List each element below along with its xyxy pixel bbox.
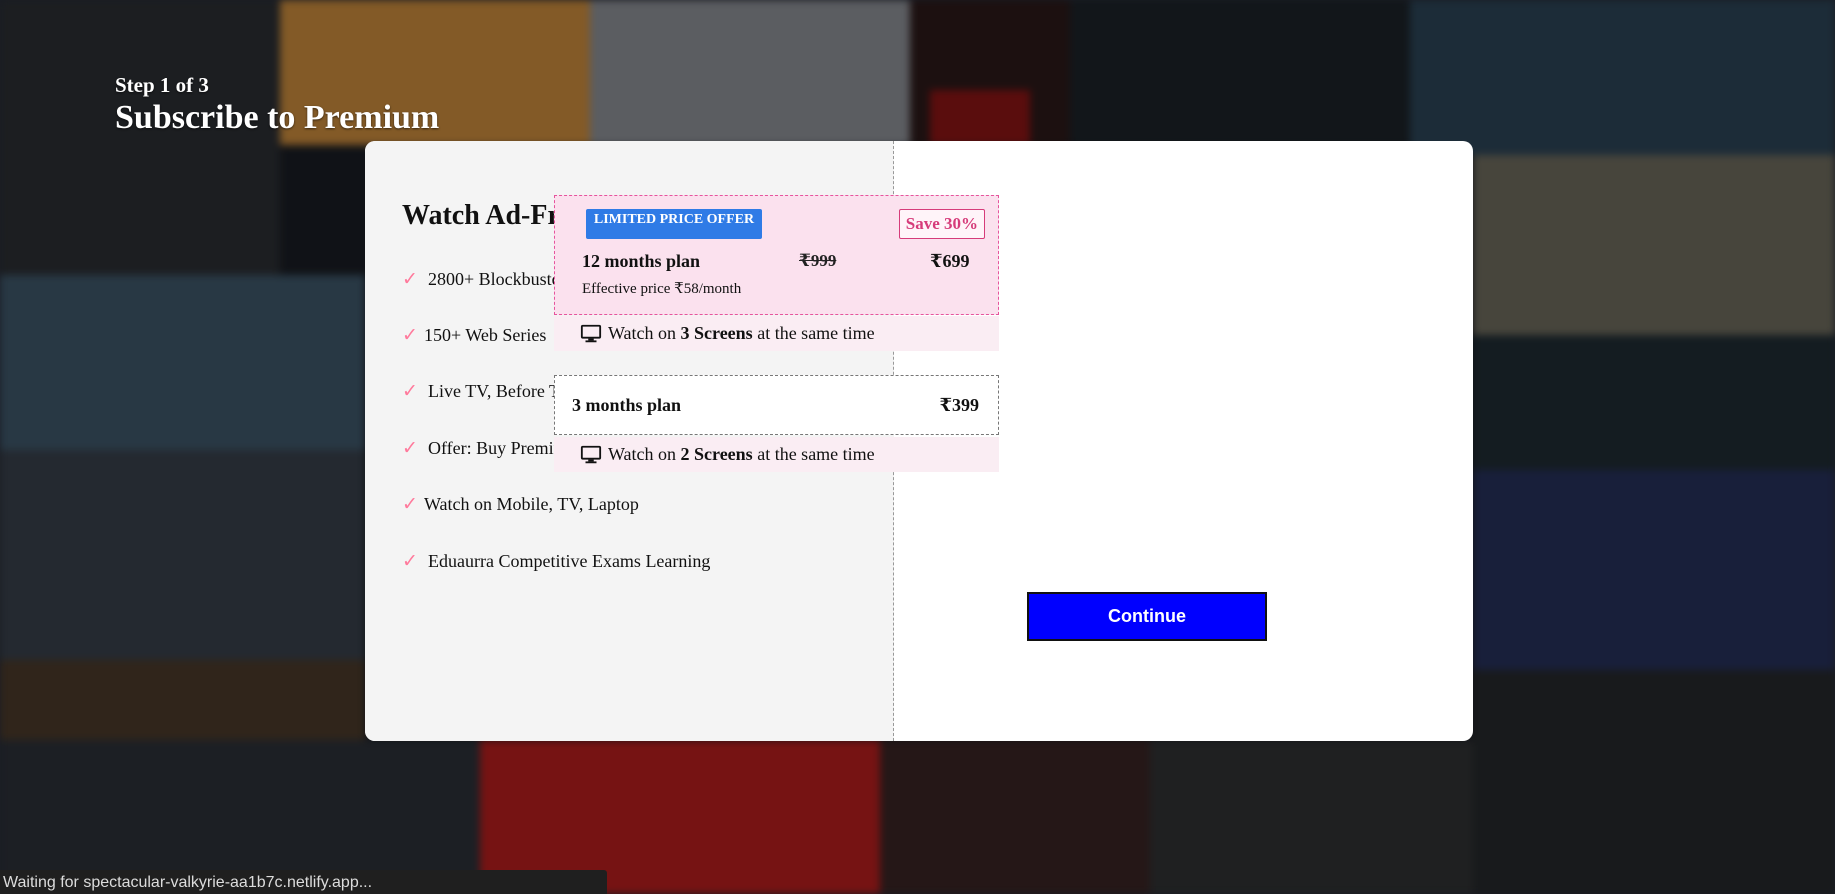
original-price: ₹999: [799, 251, 837, 270]
plan-card-3-months[interactable]: 3 months plan ₹399: [554, 375, 999, 435]
check-icon: ✓: [402, 437, 418, 459]
screens-prefix: Watch on: [608, 444, 681, 464]
effective-price: Effective price ₹58/month: [582, 281, 742, 297]
page-title: Subscribe to Premium: [115, 99, 440, 136]
check-icon: ✓: [402, 381, 418, 403]
screens-prefix: Watch on: [608, 323, 681, 343]
screens-count: 2 Screens: [680, 444, 753, 464]
plan-price: ₹399: [939, 395, 979, 415]
screens-suffix: at the same time: [752, 323, 875, 343]
feature-label: 150+ Web Series: [424, 325, 547, 346]
feature-label: Watch on Mobile, TV, Laptop: [424, 494, 639, 515]
feature-label: Live TV, Before TV: [428, 381, 573, 402]
plan-name: 3 months plan: [572, 395, 682, 415]
save-badge: Save 30%: [898, 209, 985, 239]
feature-label: Eduaurra Competitive Exams Learning: [428, 550, 711, 571]
step-indicator: Step 1 of 3: [115, 73, 209, 97]
check-icon: ✓: [402, 325, 418, 347]
plan-price: ₹699: [930, 251, 970, 271]
page-header: Step 1 of 3 Subscribe to Premium: [115, 72, 439, 138]
screens-suffix: at the same time: [752, 444, 875, 464]
plan-card-12-months[interactable]: LIMITED PRICE OFFER Save 30% 12 months p…: [554, 195, 999, 315]
plan-name: 12 months plan: [582, 251, 701, 271]
screens-info-12-months: Watch on 3 Screens at the same time: [554, 316, 999, 351]
feature-item: ✓ Eduaurra Competitive Exams Learning: [402, 533, 893, 589]
limited-offer-badge: LIMITED PRICE OFFER: [586, 209, 762, 239]
check-icon: ✓: [402, 268, 418, 290]
feature-item: ✓ Watch on Mobile, TV, Laptop: [402, 477, 893, 533]
screens-info-3-months: Watch on 2 Screens at the same time: [554, 437, 999, 472]
browser-status-bar: Waiting for spectacular-valkyrie-aa1b7c.…: [0, 870, 607, 894]
continue-button[interactable]: Continue: [1027, 592, 1267, 641]
monitor-icon: [580, 445, 602, 463]
screens-count: 3 Screens: [680, 323, 753, 343]
monitor-icon: [580, 324, 602, 342]
check-icon: ✓: [402, 494, 418, 516]
check-icon: ✓: [402, 550, 418, 572]
